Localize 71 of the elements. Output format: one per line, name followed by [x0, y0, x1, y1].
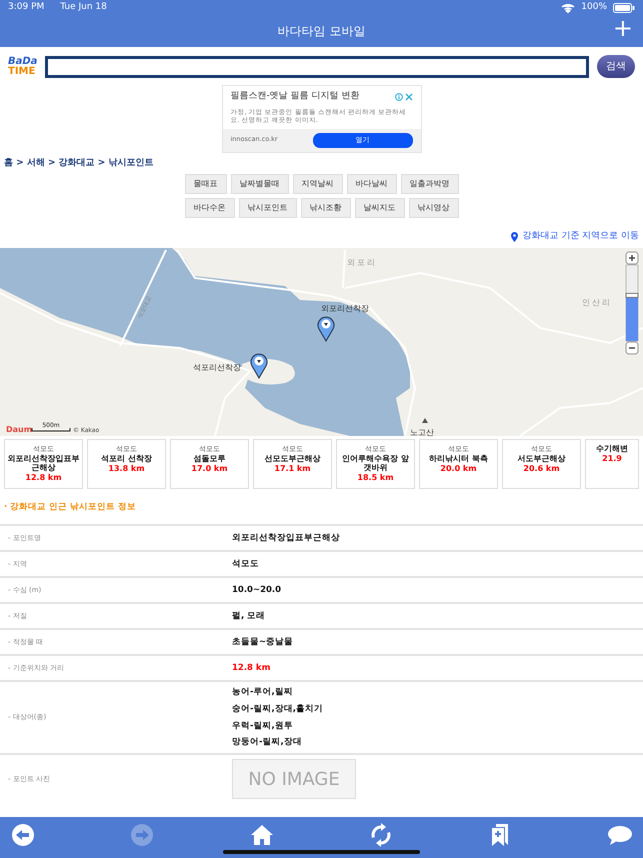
- map-pin-icon[interactable]: [250, 353, 268, 378]
- status-date: Tue Jun 18: [60, 1, 107, 14]
- map-label: 노고산: [410, 428, 434, 436]
- page-title: 바다타임 모바일: [278, 22, 366, 40]
- fish-entry: 망둥어-릴찌,장대: [232, 736, 303, 750]
- search-field[interactable]: [45, 56, 589, 78]
- point-distance: 21.9: [601, 452, 623, 465]
- menu-button[interactable]: 낚시영상: [408, 198, 458, 218]
- point-distance: 20.0 km: [439, 463, 478, 476]
- point-name: 섬돌모루: [192, 454, 226, 464]
- point-name: 선모도부근해상: [264, 454, 322, 464]
- zoom-slider-thumb[interactable]: [626, 292, 638, 298]
- field-value: 초들물~중날물: [232, 636, 294, 649]
- scale-bar: [32, 427, 70, 432]
- map-label: 석포리선착장: [193, 362, 241, 372]
- zoom-out-button[interactable]: [626, 341, 638, 354]
- no-image-text: NO IMAGE: [248, 768, 340, 792]
- ad-title: 필름스캔-옛날 필름 디지털 변환: [230, 90, 360, 103]
- fish-entry: 농어-루어,릴찌: [232, 686, 294, 699]
- info-icon[interactable]: [394, 92, 402, 101]
- menu-button[interactable]: 일출과박명: [400, 174, 458, 194]
- zoom-in-button[interactable]: [626, 251, 638, 264]
- point-distance: 17.0 km: [190, 463, 229, 476]
- point-name: 수기해변: [595, 444, 629, 453]
- battery-icon: [613, 3, 635, 13]
- fish-entry: 숭어-릴찌,장대,훌치기: [232, 702, 323, 716]
- point-card[interactable]: 수기해변 21.9: [585, 438, 639, 490]
- point-name: 외포리선착장입표부근해상: [6, 454, 80, 472]
- breadcrumb[interactable]: 홈 > 서해 > 강화대교 > 낚시포인트: [0, 156, 643, 170]
- section-heading: · 강화대교 인근 낚시포인트 정보: [3, 501, 138, 514]
- point-name: 서도부근해상: [516, 454, 566, 464]
- point-distance: 17.1 km: [273, 463, 312, 476]
- point-distance: 13.8 km: [107, 463, 146, 476]
- menu-button[interactable]: 바다날씨: [346, 174, 396, 194]
- menu-button[interactable]: 날씨지도: [354, 198, 404, 218]
- menu-button[interactable]: 지역날씨: [292, 174, 342, 194]
- pin-icon: [511, 232, 518, 242]
- location-link[interactable]: 강화대교 기준 지역으로 이동: [511, 230, 639, 244]
- home-icon: [248, 822, 275, 848]
- add-button[interactable]: +: [612, 16, 633, 40]
- menu-button[interactable]: 물때표: [184, 174, 226, 194]
- point-distance: 18.5 km: [356, 472, 395, 484]
- mountain-icon: [422, 418, 428, 423]
- logo: BaDa TIME: [8, 57, 38, 76]
- menu-button[interactable]: 바다수온: [184, 198, 234, 218]
- field-value: 펄, 모래: [232, 610, 266, 623]
- wifi-icon: [561, 3, 576, 13]
- field-value: 석모도: [232, 558, 259, 571]
- field-value: 외포리선착장입표부근해상: [232, 532, 340, 545]
- close-icon[interactable]: [404, 92, 412, 101]
- point-name: 인어루해수욕장 앞 갯바위: [341, 454, 410, 472]
- map-label: 인산리: [582, 298, 612, 307]
- point-distance: 20.6 km: [522, 463, 561, 476]
- menu-button[interactable]: 날짜별물때: [230, 174, 288, 194]
- toolbar-button[interactable]: [10, 822, 36, 848]
- field-value: 10.0~20.0: [232, 584, 282, 597]
- menu-button[interactable]: 낚시조황: [300, 198, 350, 218]
- map-label: 외포리선착장: [321, 304, 369, 313]
- status-time: 3:09 PM: [8, 1, 44, 14]
- menu-button[interactable]: 낚시포인트: [238, 198, 296, 218]
- search-button[interactable]: 검색: [597, 55, 635, 78]
- battery-percent: 100%: [581, 1, 607, 14]
- point-name: 석포리 선착장: [100, 454, 153, 464]
- point-name: 하리낚시터 북측: [428, 454, 489, 464]
- map-logo: Daum: [6, 424, 32, 434]
- toolbar-button[interactable]: [248, 822, 275, 848]
- distance-value: 12.8 km: [232, 662, 270, 675]
- point-distance: 12.8 km: [24, 472, 63, 484]
- map-label: 외포리: [347, 258, 377, 267]
- map-pin-icon[interactable]: [318, 316, 334, 342]
- fish-entry: 우럭-릴찌,원투: [232, 720, 294, 732]
